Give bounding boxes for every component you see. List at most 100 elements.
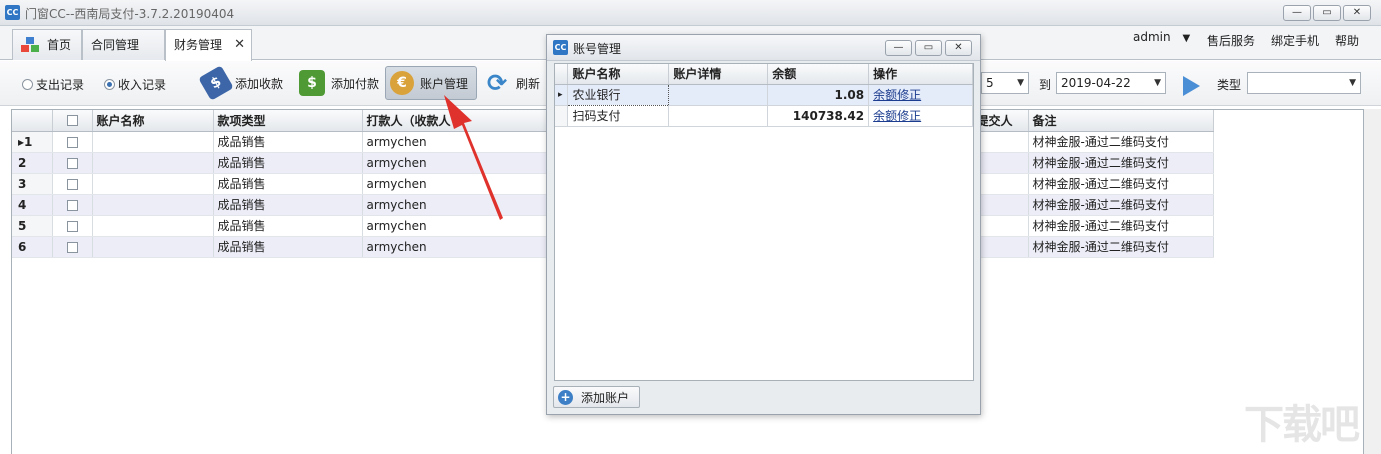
row-select-cell[interactable] (52, 236, 93, 258)
row-select-cell[interactable] (52, 173, 93, 195)
annotation-arrow (444, 95, 503, 220)
current-row-marker-icon: ▸ (555, 84, 569, 106)
window-title: 门窗CC--西南局支付-3.7.2.20190404 (25, 7, 235, 21)
help-link[interactable]: 帮助 (1335, 32, 1359, 49)
home-cubes-icon (21, 37, 39, 52)
account-row[interactable]: 扫码支付 140738.42 余额修正 (555, 105, 973, 127)
dialog-title-bar[interactable]: CC 账号管理 — ▭ ✕ (547, 35, 980, 61)
add-account-button[interactable]: + 添加账户 (553, 386, 641, 408)
row-number: 6 (12, 236, 53, 258)
close-button[interactable]: ✕ (1343, 5, 1371, 21)
date-from-value: 5 (986, 76, 994, 90)
watermark-logo: 下载吧 (1244, 402, 1360, 448)
cell-account (92, 236, 214, 258)
minimize-button[interactable]: — (1283, 5, 1311, 21)
dialog-restore-button[interactable]: ▭ (915, 40, 942, 56)
tab-contracts[interactable]: 合同管理 (82, 29, 165, 60)
add-income-button[interactable]: $ 添加收款 (198, 65, 284, 101)
cell-account-name: 农业银行 (567, 83, 670, 106)
cell-type: 成品销售 (213, 194, 363, 216)
row-indicator (555, 105, 569, 127)
radio-expense-records[interactable]: 支出记录 (22, 76, 84, 93)
balance-correction-link[interactable]: 余额修正 (868, 105, 973, 127)
account-row[interactable]: ▸ 农业银行 1.08 余额修正 (555, 83, 973, 106)
bind-phone-link[interactable]: 绑定手机 (1271, 32, 1319, 49)
after-sales-link[interactable]: 售后服务 (1207, 32, 1255, 49)
column-header-account[interactable]: 账户名称 (92, 110, 214, 132)
cell-account-detail (668, 84, 769, 106)
dropdown-arrow-icon: ▼ (1154, 78, 1161, 88)
radio-income-records[interactable]: 收入记录 (104, 76, 166, 93)
dropdown-arrow-icon: ▼ (1017, 78, 1024, 88)
column-header-account-detail[interactable]: 账户详情 (668, 64, 769, 85)
row-select-cell[interactable] (52, 194, 93, 216)
dialog-title: 账号管理 (573, 42, 622, 56)
tab-contracts-label: 合同管理 (91, 38, 140, 52)
type-label: 类型 (1217, 78, 1242, 92)
checkbox-icon[interactable] (66, 199, 78, 211)
accounts-table: 账户名称 账户详情 余额 操作 ▸ 农业银行 1.08 余额修正 扫码支付 14… (555, 64, 973, 127)
radio-unchecked-icon (22, 79, 33, 90)
cell-type: 成品销售 (213, 152, 363, 174)
row-number-header (12, 110, 53, 132)
play-arrow-icon (1183, 76, 1200, 96)
close-tab-icon[interactable]: ✕ (234, 30, 245, 60)
user-menu[interactable]: admin ▼ (1133, 30, 1190, 44)
cell-type: 成品销售 (213, 215, 363, 237)
cell-account (92, 215, 214, 237)
vertical-scrollbar[interactable] (1364, 109, 1381, 454)
checkbox-icon[interactable] (66, 220, 78, 232)
row-number-text: 1 (24, 134, 33, 149)
refresh-label: 刷新 (516, 76, 541, 91)
restore-button[interactable]: ▭ (1313, 5, 1341, 21)
cell-balance: 140738.42 (767, 105, 870, 127)
to-label: 到 (1039, 78, 1052, 92)
column-header-action[interactable]: 操作 (868, 64, 973, 85)
add-income-label: 添加收款 (235, 76, 284, 91)
checkbox-icon[interactable] (66, 115, 78, 127)
cell-note: 材神金服-通过二维码支付 (1028, 236, 1214, 258)
main-title-bar: CC 门窗CC--西南局支付-3.7.2.20190404 — ▭ ✕ (0, 0, 1381, 26)
accounts-header-row: 账户名称 账户详情 余额 操作 (555, 64, 973, 85)
type-select[interactable]: ▼ (1247, 72, 1361, 94)
tab-finance[interactable]: 财务管理 ✕ (165, 29, 252, 61)
column-header-type[interactable]: 款项类型 (213, 110, 363, 132)
refresh-icon: ⟳ (486, 69, 508, 97)
add-payment-button[interactable]: $ 添加付款 (299, 66, 379, 100)
checkbox-icon[interactable] (66, 157, 78, 169)
radio-checked-icon (104, 79, 115, 90)
row-select-cell[interactable] (52, 215, 93, 237)
cell-account (92, 173, 214, 195)
cell-account (92, 194, 214, 216)
dialog-close-button[interactable]: ✕ (945, 40, 972, 56)
radio-expense-label: 支出记录 (36, 78, 85, 92)
cell-note: 材神金服-通过二维码支付 (1028, 194, 1214, 216)
row-select-cell[interactable] (52, 152, 93, 174)
coins-icon: € (390, 71, 414, 95)
select-all-header[interactable] (52, 110, 93, 132)
row-select-cell[interactable] (52, 131, 93, 153)
row-indicator-header (555, 64, 569, 85)
tab-home[interactable]: 首页 (12, 29, 82, 60)
checkbox-icon[interactable] (66, 136, 78, 148)
accounts-grid: 账户名称 账户详情 余额 操作 ▸ 农业银行 1.08 余额修正 扫码支付 14… (554, 63, 974, 381)
dialog-logo: CC (553, 40, 568, 55)
checkbox-icon[interactable] (66, 178, 78, 190)
balance-correction-link[interactable]: 余额修正 (868, 84, 973, 106)
add-payment-label: 添加付款 (331, 76, 380, 91)
search-go-button[interactable] (1180, 69, 1202, 103)
cell-account (92, 131, 214, 153)
cell-type: 成品销售 (213, 236, 363, 258)
column-header-account-name[interactable]: 账户名称 (567, 64, 670, 85)
row-number: 3 (12, 173, 53, 195)
column-header-note[interactable]: 备注 (1028, 110, 1214, 132)
row-number: ▸1 (12, 131, 53, 153)
username: admin (1133, 30, 1171, 44)
column-header-balance[interactable]: 余额 (767, 64, 870, 85)
cell-balance: 1.08 (767, 84, 870, 106)
dialog-minimize-button[interactable]: — (885, 40, 912, 56)
date-to-select[interactable]: 2019-04-22 ▼ (1056, 72, 1166, 94)
date-from-select[interactable]: 5 ▼ (981, 72, 1029, 94)
checkbox-icon[interactable] (66, 241, 78, 253)
cell-account-detail (668, 105, 769, 127)
